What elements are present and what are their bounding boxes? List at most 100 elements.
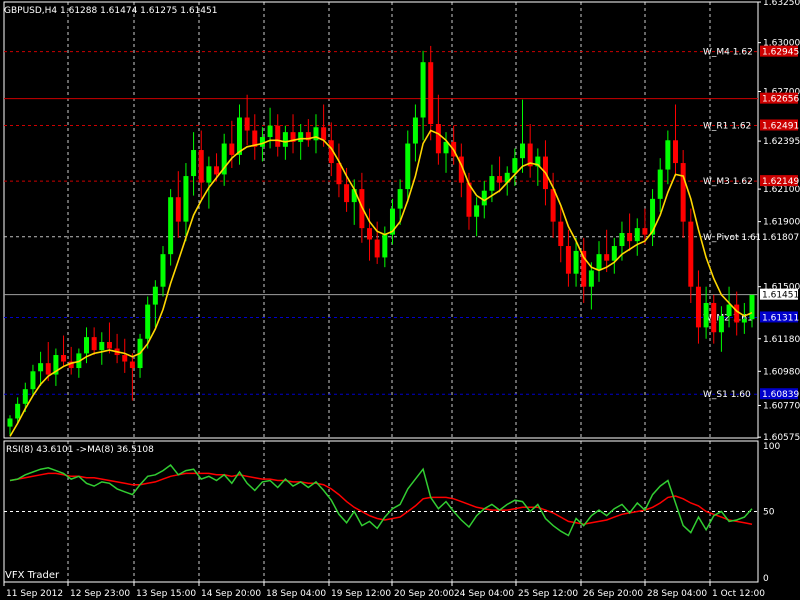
candle-body [30, 371, 36, 390]
level-name: W_Pivot 1.61 [703, 233, 761, 243]
candle-body [695, 286, 701, 328]
candle-body [726, 304, 732, 316]
candle-body [749, 294, 755, 320]
candle-body [168, 197, 174, 255]
time-tick-label: 12 Sep 23:00 [70, 589, 130, 599]
price-tick-label: 1.62395 [763, 137, 800, 147]
candle-body [657, 169, 663, 199]
candle-body [573, 250, 579, 274]
level-tag: 1.62945 [762, 48, 799, 58]
time-tick-label: 20 Sep 20:00 [394, 589, 454, 599]
candle-body [550, 189, 556, 222]
candle-body [734, 304, 740, 323]
candle-body [489, 176, 495, 191]
candle-body [244, 117, 250, 131]
candle-body [367, 228, 373, 240]
time-tick-label: 28 Sep 04:00 [647, 589, 707, 599]
rsi-axis-label: 100 [763, 442, 780, 452]
candle-body [481, 190, 487, 206]
price-tick-label: 1.61180 [763, 335, 800, 345]
candle-body [106, 342, 112, 349]
level-name: W_M4 1.62 [703, 48, 753, 58]
price-tick-label: 1.60980 [763, 367, 800, 377]
time-tick-label: 11 Sep 2012 [6, 589, 63, 599]
level-tag: 1.62149 [762, 177, 799, 187]
candle-body [206, 166, 212, 183]
candle-body [642, 228, 648, 235]
candle-body [214, 166, 220, 175]
candle-body [558, 221, 564, 247]
candle-body [122, 355, 128, 362]
candle-body [183, 176, 189, 222]
candle-body [588, 270, 594, 287]
symbol-header: GBPUSD,H4 1.61288 1.61474 1.61275 1.6145… [4, 6, 217, 16]
chart-background [0, 0, 800, 600]
trading-chart[interactable]: W_M4 1.62 W_R1 1.62 W_M3 1.62 W_Pivot 1.61 W… [0, 0, 800, 600]
candle-body [99, 342, 105, 351]
time-tick-label: 24 Sep 04:00 [454, 589, 514, 599]
candle-body [741, 319, 747, 323]
time-tick-label: 13 Sep 15:00 [136, 589, 196, 599]
candle-body [619, 233, 625, 247]
candle-body [435, 124, 441, 154]
candle-body [344, 184, 350, 203]
branding-text: VFX Trader [5, 570, 60, 581]
level-tag: 1.62656 [762, 95, 799, 105]
candle-body [474, 205, 480, 217]
candle-body [22, 389, 28, 404]
time-tick-label: 18 Sep 04:00 [266, 589, 326, 599]
candle-body [412, 117, 418, 144]
candle-body [520, 143, 526, 159]
candle-body [282, 132, 288, 147]
candle-body [711, 302, 717, 333]
candle-body [321, 127, 327, 141]
candle-body [83, 337, 89, 354]
candle-body [611, 246, 617, 261]
candle-body [229, 143, 235, 155]
candle-body [374, 239, 380, 258]
time-tick-label: 14 Sep 20:00 [201, 589, 261, 599]
time-tick-label: 26 Sep 20:00 [583, 589, 643, 599]
candle-body [680, 163, 686, 222]
candle-body [61, 355, 67, 362]
candle-body [45, 363, 51, 375]
level-name: W_M3 1.62 [703, 177, 753, 187]
candle-body [175, 197, 181, 222]
candle-body [7, 418, 13, 427]
candle-body [267, 125, 273, 138]
price-tick-label: 1.61900 [763, 218, 800, 228]
candle-body [15, 403, 21, 419]
candle-body [382, 234, 388, 258]
candle-body [91, 337, 97, 351]
candle-body [428, 62, 434, 125]
candle-body [191, 150, 197, 177]
level-name: W_R1 1.62 [703, 121, 751, 131]
candle-body [497, 176, 503, 183]
candle-body [718, 315, 724, 333]
candle-body [298, 132, 304, 142]
candle-body [152, 286, 158, 305]
level-tag: 1.62491 [762, 121, 799, 131]
candle-body [160, 254, 166, 287]
candle-body [673, 140, 679, 164]
time-tick-label: 25 Sep 12:00 [518, 589, 578, 599]
rsi-label: RSI(8) 43.6101 ->MA(8) 36.5108 [6, 445, 154, 455]
candle-body [634, 228, 640, 242]
time-tick-label: 19 Sep 12:00 [331, 589, 391, 599]
candle-body [627, 233, 633, 242]
candle-body [596, 254, 602, 271]
candle-body [604, 254, 610, 261]
candle-body [129, 361, 135, 369]
candle-body [565, 246, 571, 274]
candle-body [198, 150, 204, 183]
candle-body [512, 158, 518, 173]
level-tag: 1.60839 [762, 390, 799, 400]
candle-body [397, 189, 403, 209]
level-tag: 1.61311 [762, 313, 799, 323]
candle-body [703, 302, 709, 328]
price-tick-label: 1.60770 [763, 401, 800, 411]
candle-body [405, 143, 411, 190]
level-tag: 1.61807 [762, 233, 799, 243]
price-tick-label: 1.63250 [763, 0, 800, 8]
candle-body [236, 117, 242, 155]
